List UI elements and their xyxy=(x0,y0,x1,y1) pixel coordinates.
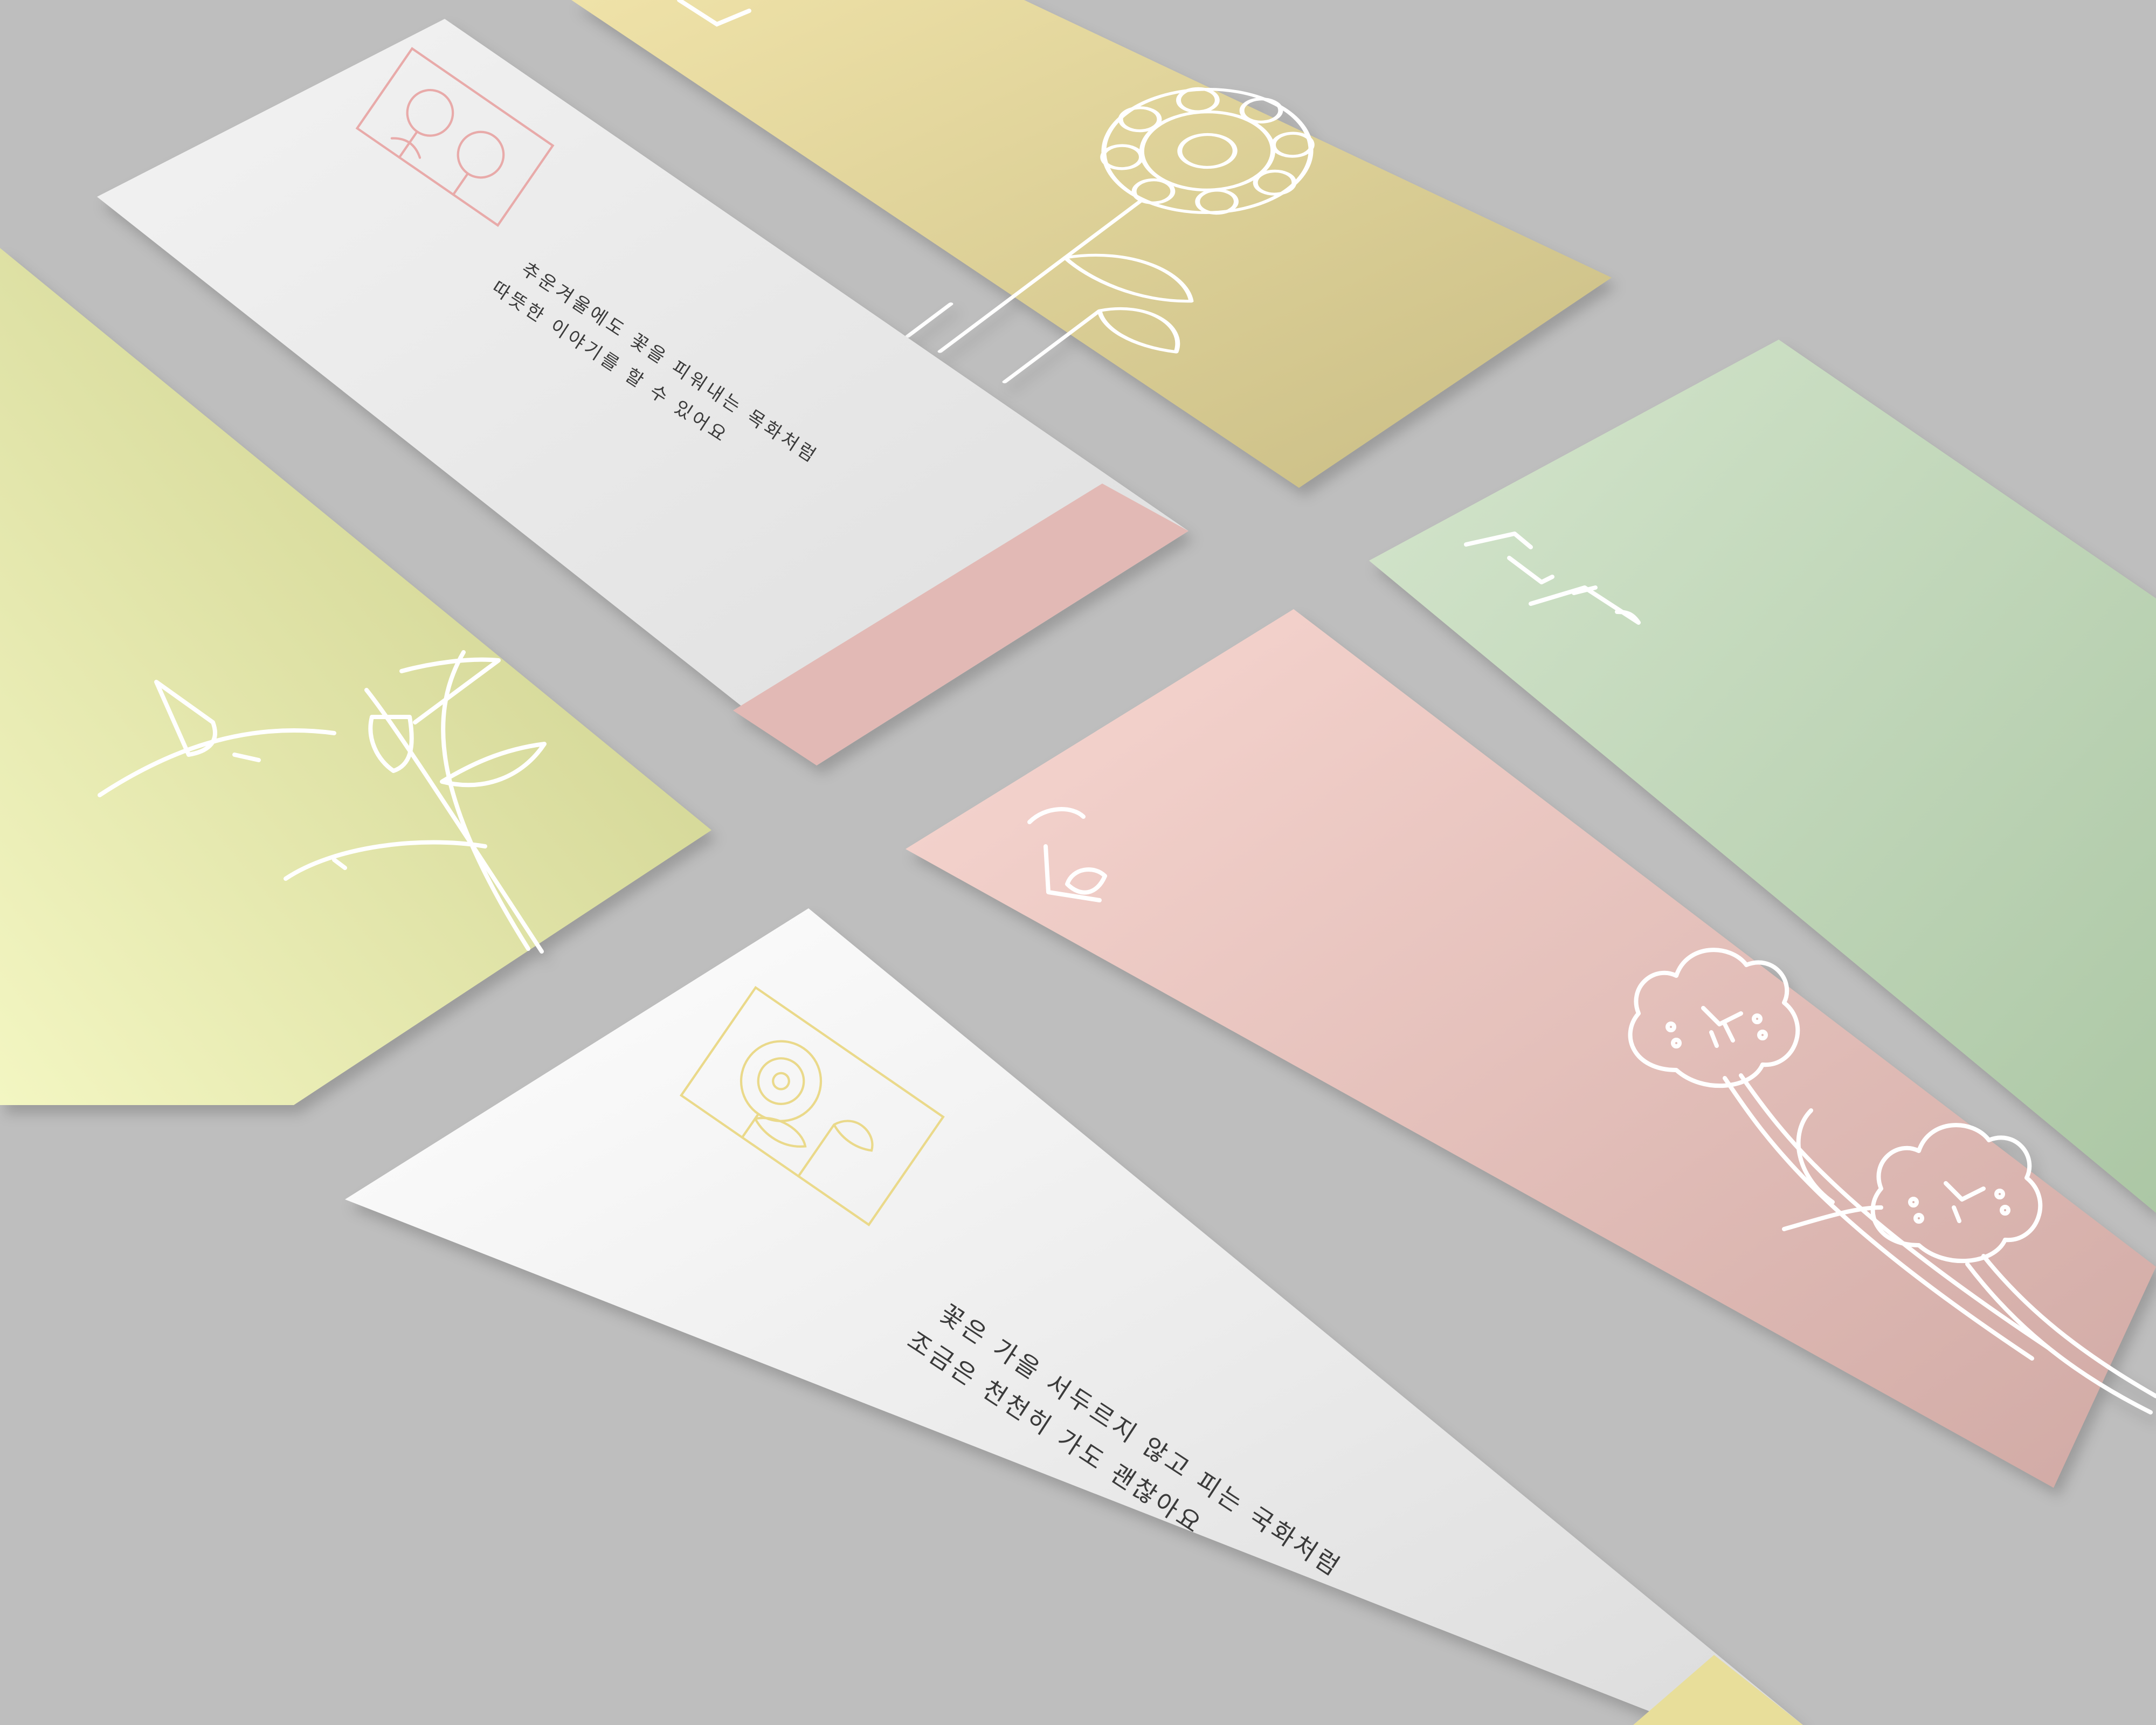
stationery-mockup-scene: 추운겨울에도 꽃을 피워내는 목화처럼 따뜻한 이야기를 할 수 있어요 꽃은 … xyxy=(0,0,2156,1725)
